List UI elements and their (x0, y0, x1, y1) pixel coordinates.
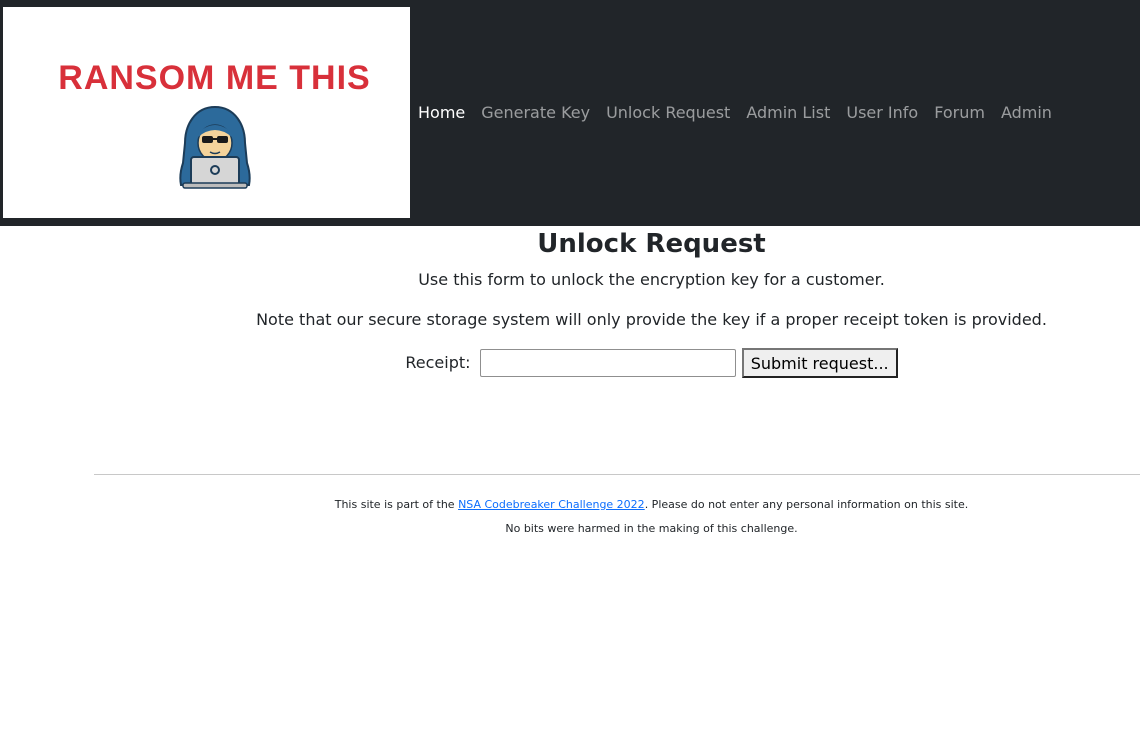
nav-admin-link[interactable]: Admin (1001, 101, 1052, 125)
unlock-form: Receipt: Submit request... (94, 348, 1140, 378)
receipt-input[interactable] (479, 349, 736, 377)
nav-home-link[interactable]: Home (418, 101, 465, 125)
receipt-note: Note that our secure storage system will… (256, 310, 1047, 329)
nav-user-info-link[interactable]: User Info (846, 101, 918, 125)
receipt-label: Receipt: (405, 353, 471, 372)
nav-links: Home Generate Key Unlock Request Admin L… (418, 101, 1068, 125)
page-description: Use this form to unlock the encryption k… (418, 270, 885, 289)
navbar: RANSOM ME THIS Home Generate Key Unlock … (0, 0, 1140, 226)
footer: This site is part of the NSA Codebreaker… (94, 497, 1140, 545)
footer-line-2: No bits were harmed in the making of thi… (505, 522, 798, 535)
footer-divider (94, 474, 1140, 475)
nav-forum-link[interactable]: Forum (934, 101, 985, 125)
codebreaker-challenge-link[interactable]: NSA Codebreaker Challenge 2022 (458, 498, 645, 511)
hacker-icon (179, 105, 251, 189)
nav-unlock-request-link[interactable]: Unlock Request (606, 101, 730, 125)
page-title: Unlock Request (537, 229, 766, 259)
footer-text-after: . Please do not enter any personal infor… (644, 498, 969, 511)
footer-line-1: This site is part of the NSA Codebreaker… (94, 497, 1140, 513)
nav-generate-key-link[interactable]: Generate Key (481, 101, 590, 125)
submit-request-button[interactable]: Submit request... (741, 348, 898, 378)
nav-admin-list-link[interactable]: Admin List (746, 101, 830, 125)
logo-text: RANSOM ME THIS (58, 59, 371, 97)
brand-logo[interactable]: RANSOM ME THIS (3, 7, 410, 218)
footer-text-before: This site is part of the (334, 498, 459, 511)
